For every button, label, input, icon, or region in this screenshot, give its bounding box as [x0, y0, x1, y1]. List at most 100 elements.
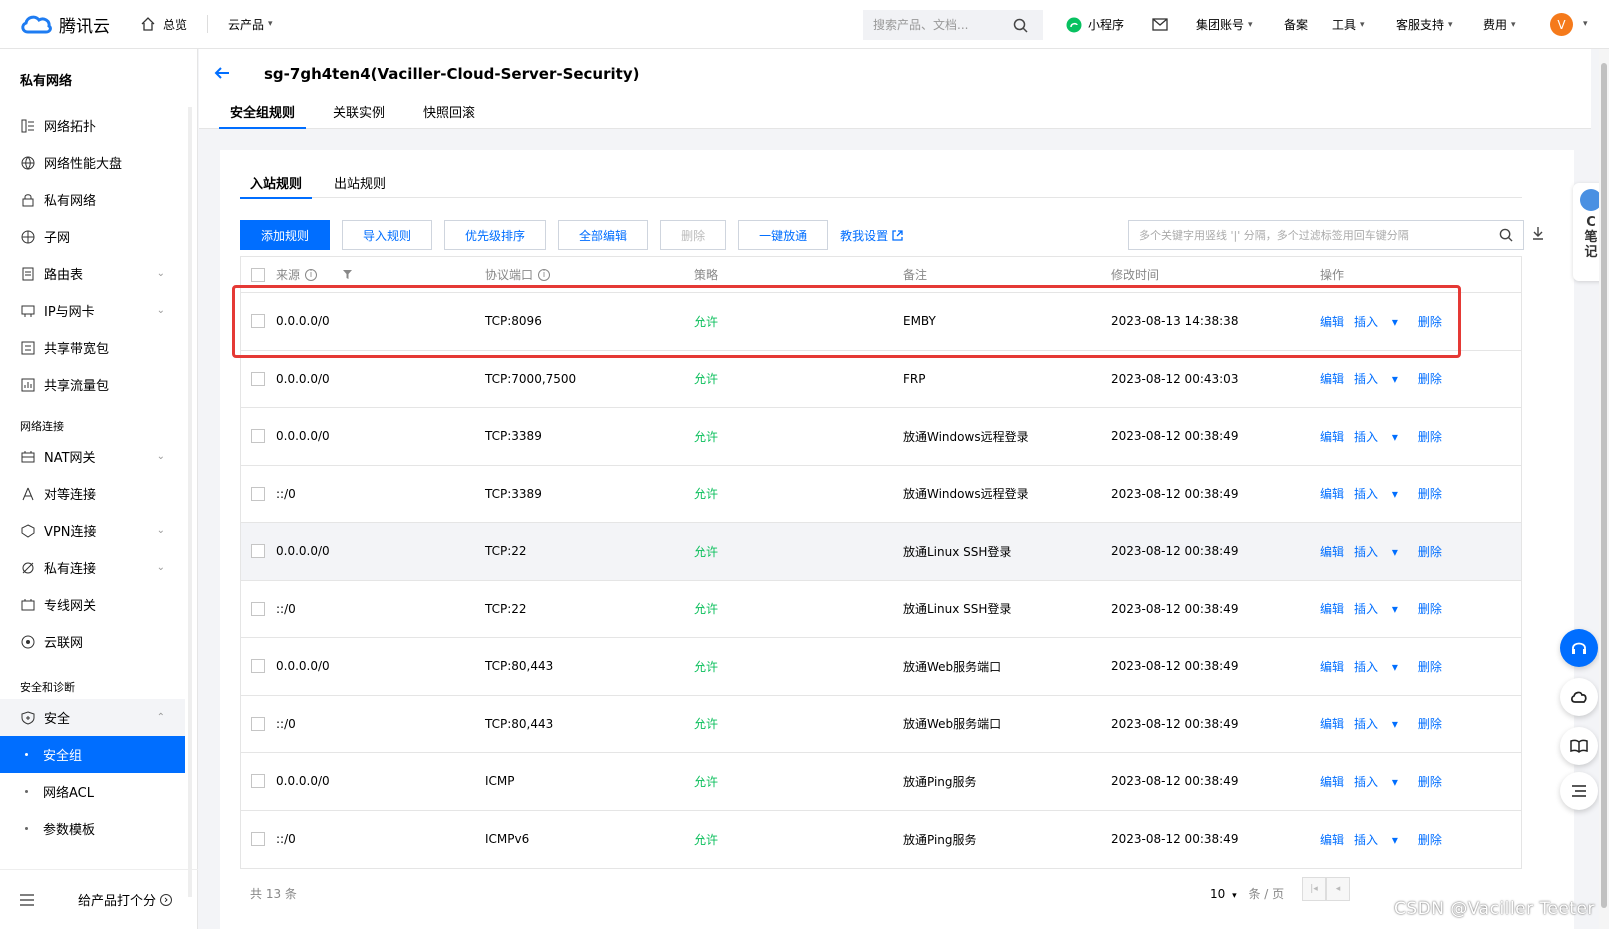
- cloud-assistant-button[interactable]: [1560, 678, 1598, 716]
- sidebar-item-ccn[interactable]: 云联网: [0, 623, 185, 660]
- insert-link[interactable]: 插入 ▾: [1354, 543, 1408, 560]
- row-checkbox[interactable]: [251, 601, 265, 616]
- tab-rules[interactable]: 安全组规则: [219, 102, 307, 129]
- global-search-input[interactable]: [873, 18, 1013, 32]
- sidebar-item-vpn[interactable]: VPN连接 ⌄: [0, 512, 185, 549]
- sidebar-item-performance[interactable]: 网络性能大盘: [0, 144, 185, 181]
- home-link[interactable]: 总览: [141, 16, 187, 33]
- insert-link[interactable]: 插入 ▾: [1354, 831, 1408, 848]
- info-icon[interactable]: i: [305, 268, 318, 281]
- tab-instances[interactable]: 关联实例: [322, 102, 396, 129]
- priority-sort-button[interactable]: 优先级排序: [444, 220, 547, 250]
- products-menu[interactable]: 云产品 ▾: [228, 16, 273, 33]
- sidebar-item-private-link[interactable]: 私有连接 ⌄: [0, 549, 185, 586]
- sidebar-item-bandwidth-package[interactable]: 共享带宽包: [0, 329, 185, 366]
- list-menu-button[interactable]: [1560, 772, 1598, 810]
- search-icon[interactable]: [1013, 18, 1028, 33]
- row-checkbox[interactable]: [251, 486, 265, 501]
- edit-all-button[interactable]: 全部编辑: [558, 220, 649, 250]
- delete-link[interactable]: 删除: [1418, 428, 1442, 445]
- edit-link[interactable]: 编辑: [1320, 831, 1344, 848]
- page-size-select[interactable]: 10 ▾ 条 / 页: [1210, 885, 1284, 902]
- global-search[interactable]: [863, 10, 1043, 40]
- billing-menu[interactable]: 费用 ▾: [1483, 0, 1516, 49]
- sidebar-sub-param-template[interactable]: 参数模板: [0, 810, 185, 847]
- sidebar-item-peering[interactable]: 对等连接: [0, 475, 185, 512]
- insert-link[interactable]: 插入 ▾: [1354, 485, 1408, 502]
- back-arrow-icon[interactable]: [214, 65, 230, 81]
- info-icon[interactable]: i: [538, 268, 551, 281]
- support-menu[interactable]: 客服支持 ▾: [1396, 0, 1453, 49]
- insert-link[interactable]: 插入 ▾: [1354, 600, 1408, 617]
- help-link[interactable]: 教我设置: [840, 227, 903, 244]
- delete-link[interactable]: 删除: [1418, 370, 1442, 387]
- edit-link[interactable]: 编辑: [1320, 715, 1344, 732]
- page-scrollbar[interactable]: [1599, 49, 1609, 929]
- delete-link[interactable]: 删除: [1418, 485, 1442, 502]
- messages-button[interactable]: [1152, 0, 1168, 49]
- sidebar-item-ip-nic[interactable]: IP与网卡 ⌄: [0, 292, 185, 329]
- row-checkbox[interactable]: [251, 371, 265, 386]
- edit-link[interactable]: 编辑: [1320, 543, 1344, 560]
- group-account-menu[interactable]: 集团账号 ▾: [1196, 0, 1253, 49]
- row-checkbox[interactable]: [251, 716, 265, 731]
- insert-link[interactable]: 插入 ▾: [1354, 773, 1408, 790]
- user-avatar[interactable]: V: [1550, 13, 1573, 36]
- prev-page-icon[interactable]: ◂: [1326, 877, 1350, 901]
- import-rules-button[interactable]: 导入规则: [342, 220, 433, 250]
- insert-link[interactable]: 插入 ▾: [1354, 428, 1408, 445]
- row-checkbox[interactable]: [251, 429, 265, 444]
- sidebar-item-route-table[interactable]: 路由表 ⌄: [0, 255, 185, 292]
- mini-program-link[interactable]: 小程序: [1066, 0, 1124, 49]
- sidebar-item-direct-connect[interactable]: 专线网关: [0, 586, 185, 623]
- row-checkbox[interactable]: [251, 544, 265, 559]
- delete-link[interactable]: 删除: [1418, 600, 1442, 617]
- delete-link[interactable]: 删除: [1418, 715, 1442, 732]
- customer-service-button[interactable]: [1560, 629, 1598, 667]
- sidebar-item-traffic-package[interactable]: 共享流量包: [0, 366, 185, 403]
- insert-link[interactable]: 插入 ▾: [1354, 658, 1408, 675]
- delete-link[interactable]: 删除: [1418, 658, 1442, 675]
- select-all-checkbox[interactable]: [251, 267, 265, 282]
- filter-icon[interactable]: [343, 270, 353, 279]
- edit-link[interactable]: 编辑: [1320, 600, 1344, 617]
- add-rule-button[interactable]: 添加规则: [240, 220, 331, 250]
- sidebar-sub-network-acl[interactable]: 网络ACL: [0, 773, 185, 810]
- tools-menu[interactable]: 工具 ▾: [1332, 0, 1365, 49]
- row-checkbox[interactable]: [251, 659, 265, 674]
- edit-link[interactable]: 编辑: [1320, 773, 1344, 790]
- scrollbar-thumb[interactable]: [1601, 63, 1607, 908]
- edit-link[interactable]: 编辑: [1320, 658, 1344, 675]
- sidebar-item-subnet[interactable]: 子网: [0, 218, 185, 255]
- sidebar-sub-security-group[interactable]: 安全组: [0, 736, 185, 773]
- sidebar-item-nat[interactable]: NAT网关 ⌄: [0, 438, 185, 475]
- collapse-menu-icon[interactable]: [20, 893, 34, 906]
- insert-link[interactable]: 插入 ▾: [1354, 370, 1408, 387]
- edit-link[interactable]: 编辑: [1320, 370, 1344, 387]
- delete-link[interactable]: 删除: [1418, 831, 1442, 848]
- rate-product-link[interactable]: 给产品打个分: [78, 890, 156, 909]
- tencent-cloud-logo[interactable]: 腾讯云: [19, 12, 115, 37]
- docs-button[interactable]: [1560, 727, 1598, 765]
- allow-all-button[interactable]: 一键放通: [738, 220, 829, 250]
- sidebar-scrollbar[interactable]: [188, 107, 192, 897]
- row-checkbox[interactable]: [251, 832, 265, 847]
- rule-filter[interactable]: [1128, 220, 1524, 250]
- row-checkbox[interactable]: [251, 774, 265, 789]
- sidebar-item-security[interactable]: 安全 ⌃: [0, 699, 185, 736]
- edit-link[interactable]: 编辑: [1320, 485, 1344, 502]
- chevron-down-icon[interactable]: ▾: [1583, 19, 1588, 29]
- delete-link[interactable]: 删除: [1418, 543, 1442, 560]
- delete-button[interactable]: 删除: [660, 220, 727, 250]
- rule-filter-input[interactable]: [1139, 228, 1489, 242]
- search-icon[interactable]: [1499, 228, 1513, 242]
- delete-link[interactable]: 删除: [1418, 773, 1442, 790]
- first-page-icon[interactable]: |◂: [1302, 877, 1326, 901]
- download-icon[interactable]: [1532, 226, 1544, 240]
- tab-outbound[interactable]: 出站规则: [324, 173, 396, 198]
- tab-inbound[interactable]: 入站规则: [240, 173, 313, 199]
- tab-snapshot[interactable]: 快照回滚: [412, 102, 486, 129]
- edit-link[interactable]: 编辑: [1320, 428, 1344, 445]
- sidebar-item-vpc[interactable]: 私有网络: [0, 181, 185, 218]
- filing-link[interactable]: 备案: [1284, 0, 1308, 49]
